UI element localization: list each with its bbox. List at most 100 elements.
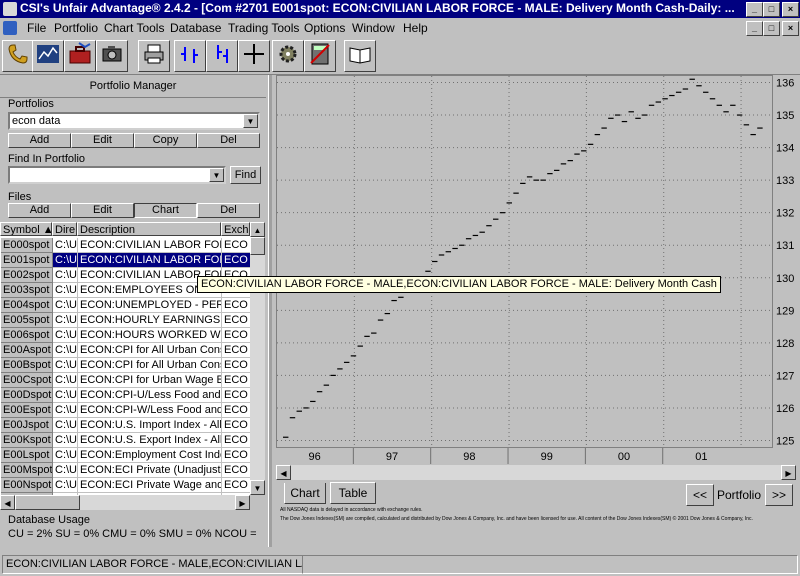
cell-symbol[interactable]: E00Cspot [1, 373, 53, 388]
cell-directory[interactable]: C:\U [53, 328, 78, 343]
menu-chart-tools[interactable]: Chart Tools [104, 21, 164, 35]
menu-portfolio[interactable]: Portfolio [54, 21, 98, 35]
grid-vertical-scrollbar[interactable]: ▲ ▼ [250, 222, 265, 495]
tab-table[interactable]: Table [330, 482, 376, 504]
menu-help[interactable]: Help [403, 21, 428, 35]
cell-directory[interactable]: C:\U [53, 268, 78, 283]
menu-database[interactable]: Database [170, 21, 221, 35]
menu-file[interactable]: File [27, 21, 46, 35]
cell-description[interactable]: ECON:ECI Private Wage and [78, 478, 222, 493]
cell-symbol[interactable]: E000spot [1, 238, 53, 253]
cell-directory[interactable]: C:\U [53, 373, 78, 388]
portfolio-copy-button[interactable]: Copy [134, 133, 197, 148]
cell-description[interactable]: ECON:HOURLY EARNINGS [78, 313, 222, 328]
menu-options[interactable]: Options [304, 21, 345, 35]
scroll-down-icon[interactable]: ▼ [250, 480, 265, 495]
cell-exchange[interactable]: ECO [222, 463, 251, 478]
cell-symbol[interactable]: E002spot [1, 268, 53, 283]
portfolio-edit-button[interactable]: Edit [71, 133, 134, 148]
cell-description[interactable]: ECON:CPI for All Urban Consu [78, 343, 222, 358]
cell-directory[interactable]: C:\U [53, 313, 78, 328]
doc-close-button[interactable]: × [782, 21, 799, 36]
cell-symbol[interactable]: E001spot [1, 253, 53, 268]
menu-trading-tools[interactable]: Trading Tools [228, 21, 299, 35]
cell-description[interactable]: ECON:Employment Cost Index [78, 448, 222, 463]
cell-symbol[interactable]: E00Dspot [1, 388, 53, 403]
portfolio-next-button[interactable]: >> [765, 484, 793, 506]
cell-exchange[interactable]: ECO [222, 358, 251, 373]
cell-symbol[interactable]: E003spot [1, 283, 53, 298]
h-scroll-thumb[interactable] [15, 495, 80, 510]
cell-exchange[interactable]: ECO [222, 298, 251, 313]
cell-symbol[interactable]: E00Kspot [1, 433, 53, 448]
scroll-right-icon[interactable]: ▶ [781, 465, 796, 480]
app-icon[interactable] [3, 2, 17, 16]
calculator-icon[interactable] [304, 40, 336, 72]
cell-description[interactable]: ECON:CPI-W/Less Food and [78, 403, 222, 418]
find-button[interactable]: Find [230, 166, 261, 184]
cell-exchange[interactable]: ECO [222, 478, 251, 493]
chart-plot-area[interactable] [276, 75, 773, 448]
cell-exchange[interactable]: ECO [222, 433, 251, 448]
find-input[interactable]: ▼ [8, 166, 226, 184]
chart-icon[interactable] [32, 40, 64, 72]
cell-directory[interactable]: C:\U [53, 463, 78, 478]
chart-horizontal-scrollbar[interactable]: ◀ ▶ [276, 465, 796, 480]
bar-right-icon[interactable] [206, 40, 238, 72]
doc-minimize-button[interactable]: _ [746, 21, 763, 36]
chevron-down-icon[interactable]: ▼ [209, 168, 224, 182]
cell-description[interactable]: ECON:CPI for Urban Wage E [78, 373, 222, 388]
panel-splitter[interactable] [268, 75, 272, 547]
cell-directory[interactable]: C:\U [53, 403, 78, 418]
cell-directory[interactable]: C:\U [53, 448, 78, 463]
file-del-button[interactable]: Del [197, 203, 260, 218]
scroll-up-icon[interactable]: ▲ [250, 222, 265, 237]
scroll-thumb[interactable] [250, 237, 265, 255]
cell-symbol[interactable]: E00Mspot [1, 463, 53, 478]
portfolio-add-button[interactable]: Add [8, 133, 71, 148]
cell-exchange[interactable]: ECO [222, 448, 251, 463]
close-button[interactable]: × [782, 2, 799, 17]
portfolio-select[interactable]: econ data ▼ [8, 112, 260, 130]
cell-symbol[interactable]: E00Jspot [1, 418, 53, 433]
column-header-directory[interactable]: Dire [52, 222, 77, 236]
cell-description[interactable]: ECON:HOURS WORKED WE [78, 328, 222, 343]
cell-description[interactable]: ECON:UNEMPLOYED - PERI [78, 298, 222, 313]
menu-window[interactable]: Window [352, 21, 395, 35]
printer-icon[interactable] [138, 40, 170, 72]
portfolio-prev-button[interactable]: << [686, 484, 714, 506]
column-header-symbol[interactable]: Symbol ▲ [0, 222, 52, 236]
cell-symbol[interactable]: E00Lspot [1, 448, 53, 463]
cell-directory[interactable]: C:\U [53, 343, 78, 358]
file-add-button[interactable]: Add [8, 203, 71, 218]
column-header-description[interactable]: Description [77, 222, 221, 236]
gear-icon[interactable] [272, 40, 304, 72]
scroll-left-icon[interactable]: ◀ [0, 495, 15, 510]
phone-icon[interactable] [2, 40, 34, 72]
cell-exchange[interactable]: ECO [222, 418, 251, 433]
scroll-right-icon[interactable]: ▶ [235, 495, 250, 510]
cell-description[interactable]: ECON:CPI-U/Less Food and I [78, 388, 222, 403]
maximize-button[interactable]: □ [763, 2, 780, 17]
cell-directory[interactable]: C:\U [53, 238, 78, 253]
cell-symbol[interactable]: E00Nspot [1, 478, 53, 493]
chevron-down-icon[interactable]: ▼ [243, 114, 258, 128]
bar-left-icon[interactable] [174, 40, 206, 72]
cell-symbol[interactable]: E006spot [1, 328, 53, 343]
cell-symbol[interactable]: E00Espot [1, 403, 53, 418]
cell-directory[interactable]: C:\U [53, 358, 78, 373]
cell-exchange[interactable]: ECO [222, 403, 251, 418]
cell-directory[interactable]: C:\U [53, 388, 78, 403]
cell-directory[interactable]: C:\U [53, 418, 78, 433]
cell-directory[interactable]: C:\U [53, 433, 78, 448]
cell-description[interactable]: ECON:U.S. Import Index - All ( [78, 418, 222, 433]
cell-exchange[interactable]: ECO [222, 253, 251, 268]
cell-symbol[interactable]: E00Bspot [1, 358, 53, 373]
cell-description[interactable]: ECON:U.S. Export Index - All ( [78, 433, 222, 448]
price-chart[interactable] [277, 76, 772, 447]
cell-symbol[interactable]: E00Aspot [1, 343, 53, 358]
crosshair-icon[interactable] [238, 40, 270, 72]
cell-exchange[interactable]: ECO [222, 388, 251, 403]
scroll-left-icon[interactable]: ◀ [276, 465, 291, 480]
cell-description[interactable]: ECON:CIVILIAN LABOR FOR [78, 253, 222, 268]
